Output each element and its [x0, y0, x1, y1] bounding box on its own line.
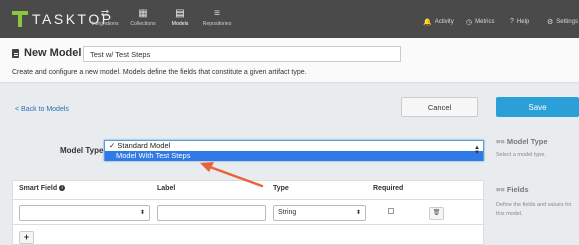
column-header-label: Label [157, 185, 176, 192]
nav-item-label: Models [171, 21, 189, 27]
fields-help-text: Define the fields and values for this mo… [496, 202, 572, 217]
nav-help-label: Help [516, 18, 530, 25]
fields-help-heading: ≡≡ Fields [496, 185, 529, 194]
models-icon: ▤ [175, 8, 185, 19]
nav-metrics[interactable]: ◷ Metrics [466, 18, 494, 26]
nav-item-label: Collections [130, 21, 156, 27]
collections-icon: ▦ [138, 8, 148, 19]
model-type-select[interactable]: ✓ Standard Model Model With Test Steps ▲… [104, 140, 484, 161]
delete-row-button[interactable]: 🗑 [429, 207, 444, 220]
model-type-help-text: Select a model type. [496, 152, 546, 158]
nav-item-integrations[interactable]: ⇄ Integrations [85, 4, 125, 36]
bell-icon: 🔔 [423, 19, 432, 26]
select-updown-icon: ⬍ [139, 210, 145, 216]
smart-field-header-label: Smart Field [19, 185, 58, 192]
option-standard-model[interactable]: ✓ Standard Model [105, 141, 483, 151]
nav-item-label: Integrations [91, 21, 119, 27]
help-icon: ? [510, 18, 514, 25]
required-checkbox[interactable] [388, 208, 394, 214]
plus-icon: + [23, 232, 30, 242]
gear-icon: ⚙ [547, 19, 554, 26]
page-header: New Model Create and configure a new mod… [0, 38, 579, 83]
label-input[interactable] [157, 205, 266, 221]
page-subtitle: Create and configure a new model. Models… [12, 69, 307, 76]
cancel-button[interactable]: Cancel [401, 97, 478, 117]
title-row: New Model [12, 47, 89, 59]
nav-settings-label: Settings [556, 19, 578, 25]
type-value: String [278, 209, 297, 216]
column-header-smart-field: Smart Field i [19, 185, 66, 192]
smart-field-select[interactable]: ⬍ [19, 205, 150, 221]
nav-activity-label: Activity [434, 19, 454, 25]
select-updown-icon: ⬍ [355, 210, 361, 216]
model-type-help-heading: ≡≡ Model Type [496, 137, 548, 146]
select-updown-icon: ▲ ▼ [474, 145, 480, 156]
back-to-models-link[interactable]: < Back to Models [15, 106, 69, 113]
column-header-required: Required [373, 185, 404, 192]
nav-activity[interactable]: 🔔 Activity [423, 18, 454, 26]
save-button[interactable]: Save [496, 97, 579, 117]
model-type-label: Model Type [60, 146, 104, 155]
info-icon[interactable]: i [59, 185, 66, 191]
nav-settings[interactable]: ⚙ Settings [547, 18, 578, 26]
integrations-icon: ⇄ [100, 8, 110, 19]
repositories-icon: ≡ [214, 8, 220, 19]
nav-help[interactable]: ? Help [510, 18, 529, 25]
nav-item-label: Repositories [202, 21, 232, 27]
trash-icon: 🗑 [432, 210, 441, 216]
nav-item-repositories[interactable]: ≡ Repositories [197, 4, 237, 36]
table-divider [12, 224, 484, 225]
dashboard-icon: ◷ [466, 19, 473, 26]
document-icon [12, 48, 19, 58]
nav-item-models[interactable]: ▤ Models [160, 4, 200, 40]
nav-metrics-label: Metrics [475, 19, 495, 25]
add-field-button[interactable]: + [19, 231, 34, 244]
nav-item-collections[interactable]: ▦ Collections [123, 4, 163, 36]
model-name-input[interactable] [83, 46, 401, 62]
page-title: New Model [24, 47, 82, 59]
type-select[interactable]: String ⬍ [273, 205, 366, 221]
option-model-with-test-steps[interactable]: Model With Test Steps [105, 151, 483, 161]
column-header-type: Type [273, 185, 289, 192]
top-navigation-bar: TASKTOP ⇄ Integrations ▦ Collections ▤ M… [0, 0, 579, 40]
logo-mark-icon [12, 11, 28, 27]
table-divider [12, 199, 484, 200]
